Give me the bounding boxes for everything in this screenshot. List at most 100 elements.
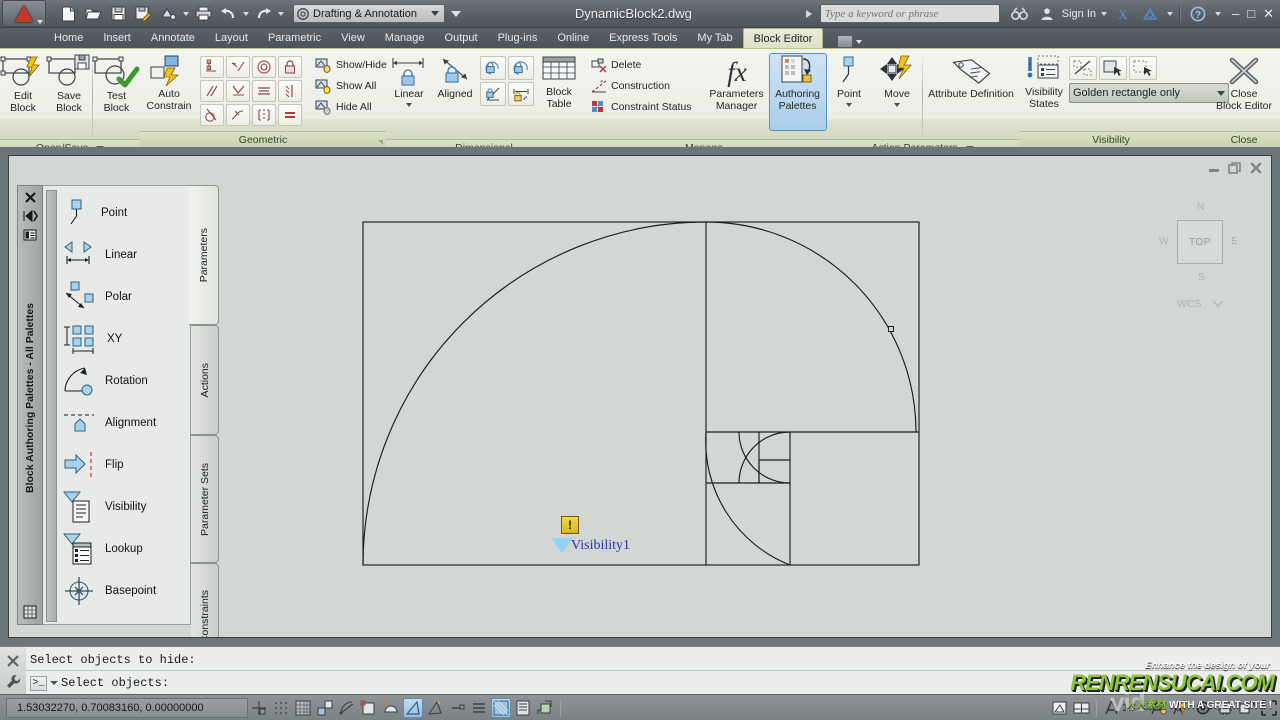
auto-constrain-button[interactable]: Auto Constrain: [140, 53, 198, 131]
symmetric-constraint-icon[interactable]: [252, 104, 276, 126]
status-grid-display[interactable]: [293, 698, 313, 718]
search-help-icon[interactable]: [1008, 3, 1032, 25]
auto-hide-icon[interactable]: [22, 209, 38, 223]
show-all-constraints-button[interactable]: Show All: [312, 76, 390, 96]
chevron-down-icon[interactable]: [894, 102, 900, 107]
viewport-close-icon[interactable]: [1249, 162, 1263, 174]
close-icon[interactable]: [6, 654, 20, 668]
plot-preview-dropdown[interactable]: [181, 3, 190, 25]
parallel-constraint-icon[interactable]: [200, 80, 224, 102]
chevron-down-icon[interactable]: [1211, 298, 1225, 308]
coincident-constraint-icon[interactable]: [200, 56, 224, 78]
application-menu-button[interactable]: [2, 0, 46, 27]
view-cube-north-label[interactable]: N: [1197, 202, 1204, 213]
status-isolate-objects[interactable]: [1237, 698, 1257, 718]
tangent-constraint-icon[interactable]: [200, 104, 224, 126]
status-lineweight[interactable]: [469, 698, 489, 718]
panel-label-visibility[interactable]: Visibility: [1019, 131, 1203, 148]
point-parameter-button[interactable]: Point: [826, 53, 872, 131]
linear-constraint-button[interactable]: Linear: [386, 53, 432, 131]
status-polar-tracking[interactable]: [337, 698, 357, 718]
undo-icon[interactable]: [216, 3, 240, 25]
convert-constraint-icon[interactable]: [508, 82, 534, 106]
palette-item-flip[interactable]: Flip: [63, 444, 186, 486]
command-prompt-dropdown-icon[interactable]: [50, 681, 58, 685]
a360-dropdown[interactable]: [1165, 3, 1174, 25]
perpendicular-constraint-icon[interactable]: [226, 80, 250, 102]
viewport-minimize-icon[interactable]: [1207, 162, 1221, 174]
status-dynamic-input[interactable]: [447, 698, 467, 718]
radial-constraint-icon[interactable]: [480, 56, 506, 80]
viewport-restore-icon[interactable]: [1228, 162, 1242, 174]
drawing-canvas[interactable]: [-][Top][2D Wireframe] TOP N E S W WCS: [8, 155, 1272, 638]
horizontal-constraint-icon[interactable]: [252, 80, 276, 102]
plot-preview-icon[interactable]: [156, 3, 180, 25]
print-icon[interactable]: [191, 3, 215, 25]
status-snap-mode[interactable]: [271, 698, 291, 718]
ribbon-minimize-control[interactable]: [837, 35, 863, 48]
user-avatar-icon[interactable]: [1035, 3, 1059, 25]
delete-parameter-button[interactable]: Delete: [588, 55, 695, 75]
visibility-grip-triangle-icon[interactable]: [551, 538, 573, 553]
palette-item-linear[interactable]: Linear: [63, 234, 186, 276]
chevron-down-icon[interactable]: [846, 102, 852, 107]
save-block-button[interactable]: Save Block: [46, 53, 92, 131]
search-box[interactable]: [819, 4, 1000, 23]
palette-scrollbar[interactable]: [46, 190, 57, 622]
workspace-switcher[interactable]: Drafting & Annotation: [293, 4, 445, 23]
smooth-constraint-icon[interactable]: [226, 104, 250, 126]
fix-constraint-icon[interactable]: [278, 56, 302, 78]
status-infer-constraints[interactable]: [249, 698, 269, 718]
chevron-down-icon[interactable]: [406, 102, 412, 107]
sign-in-dropdown[interactable]: [1099, 3, 1108, 25]
attribute-definition-button[interactable]: Attribute Definition: [923, 53, 1019, 131]
equal-constraint-icon[interactable]: [278, 104, 302, 126]
tab-view[interactable]: View: [331, 28, 375, 48]
parameters-manager-button[interactable]: fx Parameters Manager: [705, 53, 769, 131]
undo-dropdown[interactable]: [241, 3, 250, 25]
panel-label-geometric[interactable]: Geometric: [140, 131, 386, 148]
maximize-button[interactable]: □: [1247, 7, 1255, 20]
status-selection-cycling[interactable]: [535, 698, 555, 718]
panel-label-close[interactable]: Close: [1203, 131, 1280, 148]
show-hide-constraints-button[interactable]: Show/Hide: [312, 55, 390, 75]
tab-output[interactable]: Output: [435, 28, 488, 48]
constraint-status-button[interactable]: Constraint Status: [588, 97, 695, 117]
make-invisible-icon[interactable]: [1069, 56, 1097, 80]
view-cube-west-label[interactable]: W: [1159, 236, 1168, 247]
make-visible-icon[interactable]: [1099, 56, 1127, 80]
tab-annotate[interactable]: Annotate: [141, 28, 205, 48]
status-ortho-mode[interactable]: [315, 698, 335, 718]
palette-item-lookup[interactable]: Lookup: [62, 528, 186, 570]
tab-plugins[interactable]: Plug-ins: [488, 28, 548, 48]
panel-dialog-launcher-icon[interactable]: [378, 140, 383, 145]
palette-tab-actions[interactable]: Actions: [191, 325, 219, 435]
status-3d-object-snap[interactable]: [381, 698, 401, 718]
chevron-down-icon[interactable]: [431, 11, 439, 16]
close-icon[interactable]: [22, 190, 38, 204]
tab-express-tools[interactable]: Express Tools: [599, 28, 687, 48]
tab-parametric[interactable]: Parametric: [258, 28, 331, 48]
tab-home[interactable]: Home: [44, 28, 93, 48]
status-quick-view-layouts[interactable]: [1071, 698, 1091, 718]
move-action-button[interactable]: Move: [872, 53, 922, 131]
palette-item-visibility[interactable]: Visibility: [62, 486, 186, 528]
palette-item-basepoint[interactable]: Basepoint: [63, 570, 186, 612]
concentric-constraint-icon[interactable]: [252, 56, 276, 78]
palette-properties-icon[interactable]: [22, 228, 38, 242]
tab-online[interactable]: Online: [547, 28, 599, 48]
status-model-space[interactable]: [1049, 698, 1069, 718]
wrench-icon[interactable]: [6, 674, 21, 689]
status-object-snap-tracking[interactable]: [403, 697, 423, 718]
command-input-row[interactable]: >_ Select objects:: [26, 672, 1280, 694]
redo-dropdown[interactable]: [276, 3, 285, 25]
status-object-snap[interactable]: [359, 698, 379, 718]
tab-block-editor[interactable]: Block Editor: [742, 28, 824, 48]
tab-manage[interactable]: Manage: [375, 28, 435, 48]
visibility-warning-icon[interactable]: !: [561, 516, 579, 534]
tab-insert[interactable]: Insert: [93, 28, 141, 48]
status-clean-screen[interactable]: [1259, 698, 1279, 718]
view-cube-ucs-label[interactable]: WCS: [1177, 298, 1202, 310]
status-autoscale[interactable]: [1171, 698, 1191, 718]
angular-constraint-icon[interactable]: [480, 82, 506, 106]
